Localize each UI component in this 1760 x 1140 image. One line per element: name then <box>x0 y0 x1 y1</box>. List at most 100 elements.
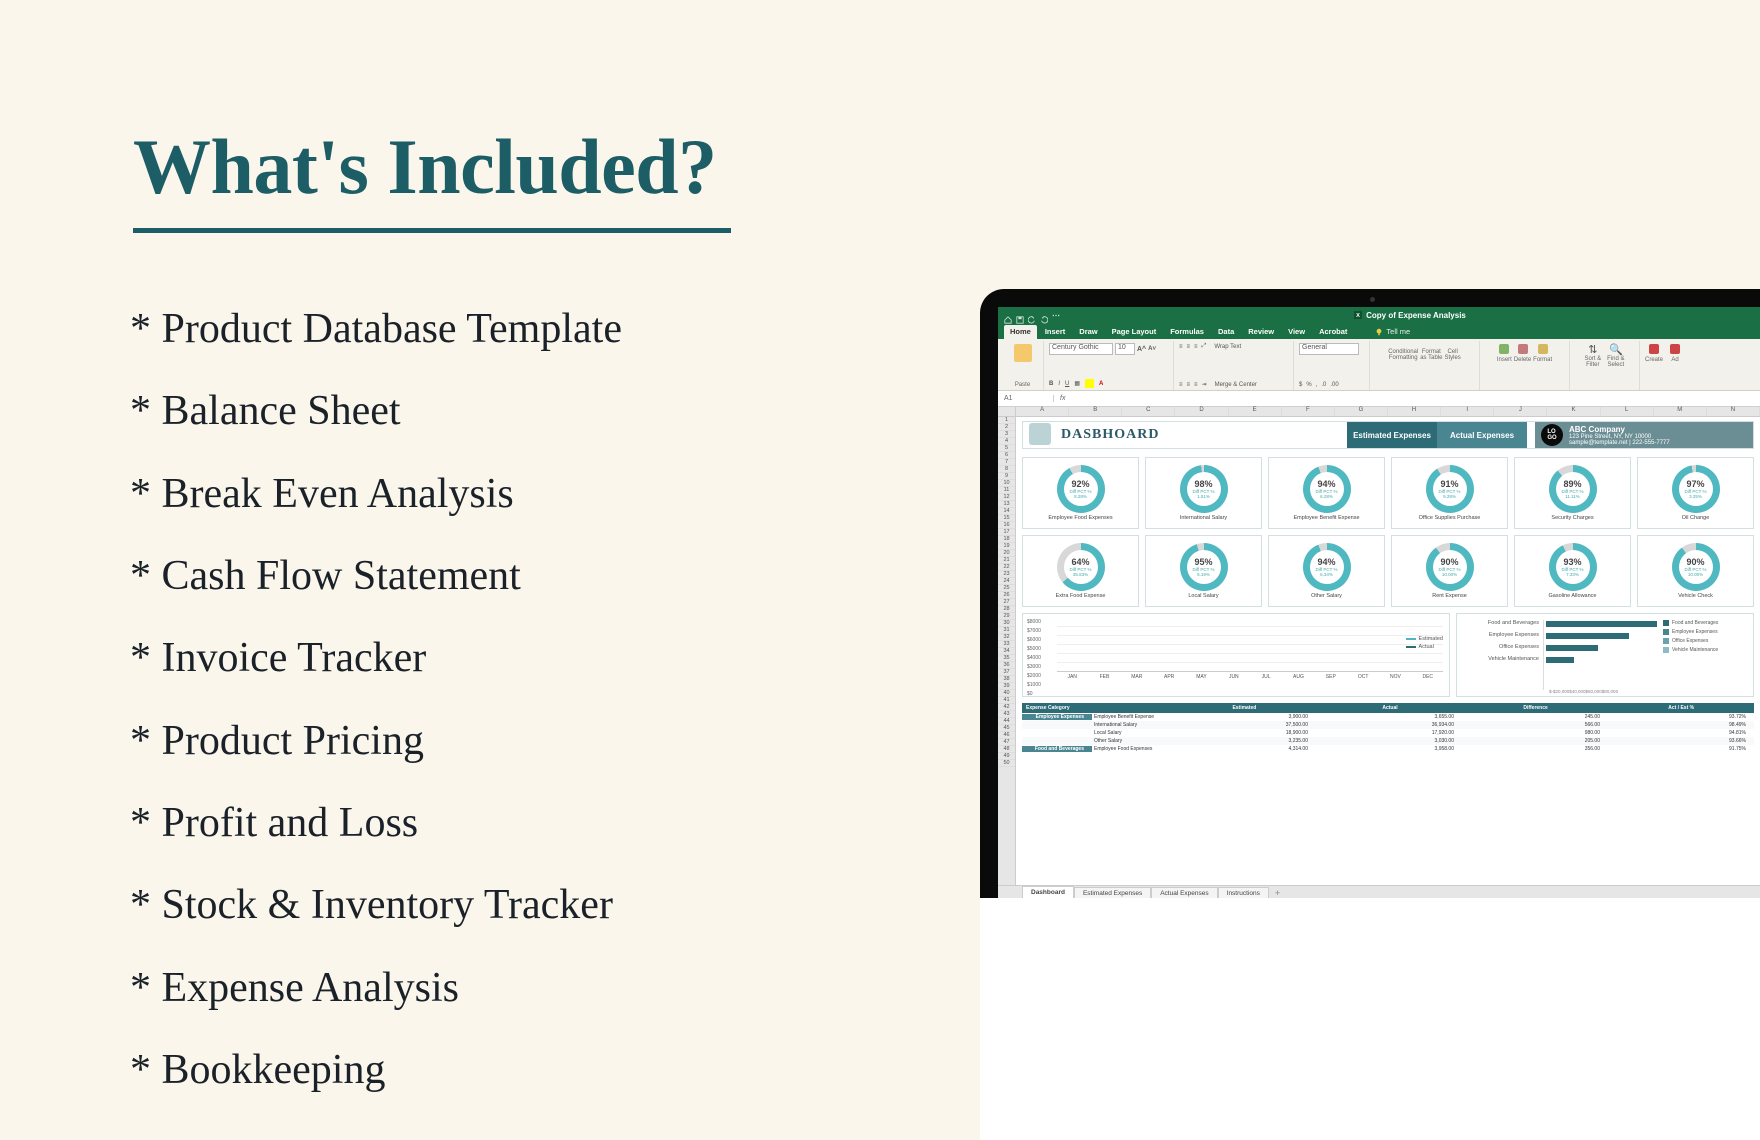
delete-cells-icon[interactable] <box>1518 344 1528 354</box>
sort-filter-icon[interactable]: ⇅ <box>1588 344 1597 356</box>
row-header[interactable]: 46 <box>998 732 1015 739</box>
dec-decimal-icon[interactable]: .00 <box>1330 382 1338 388</box>
bold-button[interactable]: B <box>1049 381 1053 387</box>
fx-icon[interactable]: fx <box>1054 395 1071 402</box>
row-header[interactable]: 23 <box>998 571 1015 578</box>
row-header[interactable]: 31 <box>998 627 1015 634</box>
row-header[interactable]: 49 <box>998 753 1015 760</box>
tab-data[interactable]: Data <box>1212 325 1240 339</box>
row-header[interactable]: 15 <box>998 515 1015 522</box>
row-header[interactable]: 11 <box>998 487 1015 494</box>
row-header[interactable]: 44 <box>998 718 1015 725</box>
row-header[interactable]: 28 <box>998 606 1015 613</box>
increase-font-icon[interactable]: A^ <box>1137 346 1146 353</box>
row-header[interactable]: 8 <box>998 466 1015 473</box>
sheet-tab-instructions[interactable]: Instructions <box>1218 887 1269 899</box>
row-header[interactable]: 50 <box>998 760 1015 767</box>
col-header[interactable]: A <box>1016 407 1069 416</box>
row-header[interactable]: 2 <box>998 424 1015 431</box>
row-header[interactable]: 25 <box>998 585 1015 592</box>
tab-formulas[interactable]: Formulas <box>1164 325 1210 339</box>
row-header[interactable]: 38 <box>998 676 1015 683</box>
indent-icon[interactable]: ⇥ <box>1202 381 1207 388</box>
font-name[interactable]: Century Gothic <box>1049 343 1113 355</box>
row-header[interactable]: 39 <box>998 683 1015 690</box>
add-sheet-button[interactable]: + <box>1269 888 1286 898</box>
font-color-icon[interactable]: A <box>1099 381 1103 387</box>
tab-review[interactable]: Review <box>1242 325 1280 339</box>
row-header[interactable]: 7 <box>998 459 1015 466</box>
font-size[interactable]: 10 <box>1115 343 1135 355</box>
align-bottom-icon[interactable]: ≡ <box>1194 344 1198 350</box>
format-cells-icon[interactable] <box>1538 344 1548 354</box>
inc-decimal-icon[interactable]: .0 <box>1321 382 1326 388</box>
tab-acrobat[interactable]: Acrobat <box>1313 325 1353 339</box>
align-right-icon[interactable]: ≡ <box>1194 382 1198 388</box>
comma-icon[interactable]: , <box>1316 382 1318 388</box>
percent-icon[interactable]: % <box>1306 382 1311 388</box>
col-header[interactable]: H <box>1388 407 1441 416</box>
row-header[interactable]: 45 <box>998 725 1015 732</box>
row-header[interactable]: 32 <box>998 634 1015 641</box>
row-header[interactable]: 5 <box>998 445 1015 452</box>
row-header[interactable]: 21 <box>998 557 1015 564</box>
actual-expenses-button[interactable]: Actual Expenses <box>1437 422 1527 448</box>
col-header[interactable]: N <box>1707 407 1760 416</box>
tab-home[interactable]: Home <box>1004 325 1037 339</box>
merge-center[interactable]: Merge & Center <box>1215 382 1257 388</box>
col-header[interactable]: L <box>1601 407 1654 416</box>
ad-icon[interactable] <box>1670 344 1680 354</box>
find-select-icon[interactable]: 🔍 <box>1609 344 1623 356</box>
row-header[interactable]: 6 <box>998 452 1015 459</box>
row-header[interactable]: 14 <box>998 508 1015 515</box>
tab-draw[interactable]: Draw <box>1073 325 1103 339</box>
tab-page-layout[interactable]: Page Layout <box>1106 325 1163 339</box>
col-header[interactable]: D <box>1175 407 1228 416</box>
underline-button[interactable]: U <box>1065 381 1069 387</box>
currency-icon[interactable]: $ <box>1299 382 1302 388</box>
row-header[interactable]: 37 <box>998 669 1015 676</box>
col-header[interactable]: G <box>1335 407 1388 416</box>
row-header[interactable]: 12 <box>998 494 1015 501</box>
decrease-font-icon[interactable]: A˅ <box>1148 346 1156 352</box>
row-header[interactable]: 47 <box>998 739 1015 746</box>
row-header[interactable]: 48 <box>998 746 1015 753</box>
row-header[interactable]: 22 <box>998 564 1015 571</box>
row-header[interactable]: 20 <box>998 550 1015 557</box>
sheet-tab-estimated[interactable]: Estimated Expenses <box>1074 887 1151 899</box>
row-header[interactable]: 4 <box>998 438 1015 445</box>
align-middle-icon[interactable]: ≡ <box>1187 344 1191 350</box>
row-header[interactable]: 43 <box>998 711 1015 718</box>
row-header[interactable]: 34 <box>998 648 1015 655</box>
row-header[interactable]: 41 <box>998 697 1015 704</box>
row-header[interactable]: 29 <box>998 613 1015 620</box>
tab-view[interactable]: View <box>1282 325 1311 339</box>
align-left-icon[interactable]: ≡ <box>1179 382 1183 388</box>
estimated-expenses-button[interactable]: Estimated Expenses <box>1347 422 1437 448</box>
italic-button[interactable]: I <box>1058 381 1060 387</box>
align-top-icon[interactable]: ≡ <box>1179 344 1183 350</box>
row-header[interactable]: 27 <box>998 599 1015 606</box>
worksheet-canvas[interactable]: DASBHOARD Estimated Expenses Actual Expe… <box>1016 417 1760 899</box>
more-icon[interactable]: ⋯ <box>1052 311 1060 319</box>
col-header[interactable]: K <box>1547 407 1600 416</box>
name-box[interactable]: A1 <box>998 395 1054 402</box>
col-header[interactable]: C <box>1122 407 1175 416</box>
row-header[interactable]: 13 <box>998 501 1015 508</box>
insert-cells-icon[interactable] <box>1499 344 1509 354</box>
row-header[interactable]: 24 <box>998 578 1015 585</box>
sheet-tab-dashboard[interactable]: Dashboard <box>1022 886 1074 900</box>
redo-icon[interactable] <box>1040 311 1048 319</box>
row-header[interactable]: 17 <box>998 529 1015 536</box>
orientation-icon[interactable]: ⤢ <box>1202 343 1207 350</box>
col-header[interactable]: B <box>1069 407 1122 416</box>
row-header[interactable]: 26 <box>998 592 1015 599</box>
row-header[interactable]: 42 <box>998 704 1015 711</box>
col-header[interactable]: J <box>1494 407 1547 416</box>
row-header[interactable]: 19 <box>998 543 1015 550</box>
undo-icon[interactable] <box>1028 311 1036 319</box>
tab-insert[interactable]: Insert <box>1039 325 1071 339</box>
row-header[interactable]: 18 <box>998 536 1015 543</box>
row-header[interactable]: 30 <box>998 620 1015 627</box>
col-header[interactable]: E <box>1229 407 1282 416</box>
